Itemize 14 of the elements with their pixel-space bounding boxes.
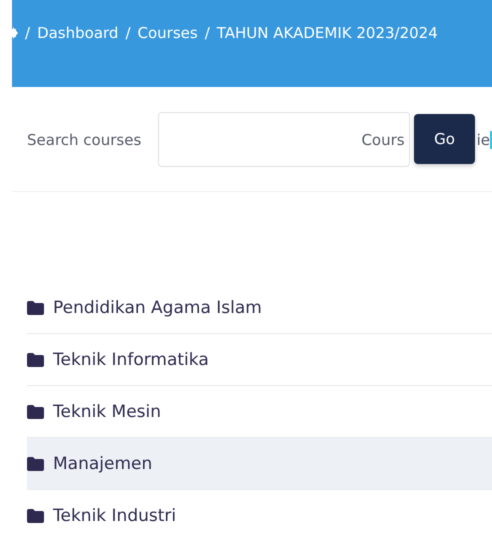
- folder-icon: [27, 456, 44, 470]
- breadcrumb-separator: /: [204, 24, 210, 42]
- folder-icon: [27, 300, 44, 314]
- category-item[interactable]: Manajemen: [27, 438, 492, 490]
- breadcrumb-separator: /: [125, 24, 131, 42]
- search-field[interactable]: Cours: [158, 112, 410, 167]
- search-label: Search courses: [27, 130, 142, 148]
- folder-icon: [27, 404, 44, 418]
- breadcrumb-separator: /: [25, 24, 30, 42]
- category-label: Cours: [361, 130, 405, 148]
- folder-icon: [27, 352, 44, 366]
- go-button[interactable]: Go: [414, 114, 475, 164]
- folder-icon: [27, 508, 44, 522]
- category-label: ie: [476, 130, 492, 148]
